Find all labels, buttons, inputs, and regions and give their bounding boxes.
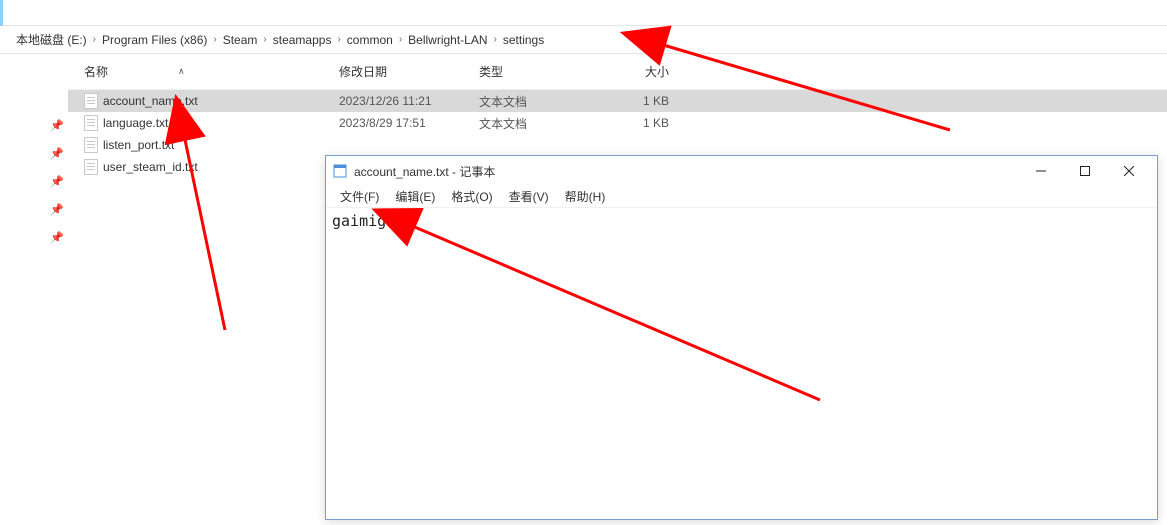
accent-strip: [0, 0, 3, 26]
file-date: 2023/12/26 11:21: [339, 94, 479, 108]
notepad-window[interactable]: account_name.txt - 记事本 文件(F) 编辑(E) 格式(O)…: [325, 155, 1158, 520]
pin-icon[interactable]: 📌: [50, 231, 64, 245]
text-file-icon: [84, 115, 98, 131]
toolbar-strip: [0, 0, 1167, 26]
menu-file[interactable]: 文件(F): [332, 186, 387, 207]
file-row[interactable]: account_name.txt 2023/12/26 11:21 文本文档 1…: [68, 90, 1167, 112]
column-size[interactable]: 大小: [599, 63, 669, 80]
breadcrumb-item[interactable]: 本地磁盘 (E:): [14, 31, 89, 48]
notepad-menubar: 文件(F) 编辑(E) 格式(O) 查看(V) 帮助(H): [326, 186, 1157, 208]
text-file-icon: [84, 159, 98, 175]
chevron-right-icon: ›: [93, 34, 96, 45]
notepad-titlebar[interactable]: account_name.txt - 记事本: [326, 156, 1157, 186]
file-row[interactable]: language.txt 2023/8/29 17:51 文本文档 1 KB: [68, 112, 1167, 134]
pin-icon[interactable]: 📌: [50, 147, 64, 161]
file-name: listen_port.txt: [103, 138, 174, 152]
column-name[interactable]: 名称 ∧: [84, 63, 339, 80]
breadcrumb-item[interactable]: Program Files (x86): [100, 33, 209, 47]
text-file-icon: [84, 137, 98, 153]
file-size: 1 KB: [599, 116, 669, 130]
chevron-right-icon: ›: [213, 34, 216, 45]
file-name: account_name.txt: [103, 94, 198, 108]
breadcrumb-item[interactable]: Bellwright-LAN: [406, 33, 489, 47]
sort-asc-icon: ∧: [178, 66, 185, 77]
column-name-label: 名称: [84, 63, 108, 80]
notepad-icon: [332, 163, 348, 179]
breadcrumb-item[interactable]: common: [345, 33, 395, 47]
file-row[interactable]: listen_port.txt: [68, 134, 1167, 156]
maximize-button[interactable]: [1063, 157, 1107, 185]
column-type[interactable]: 类型: [479, 63, 599, 80]
menu-format[interactable]: 格式(O): [443, 186, 500, 207]
menu-help[interactable]: 帮助(H): [557, 186, 614, 207]
menu-edit[interactable]: 编辑(E): [387, 186, 443, 207]
file-name: language.txt: [103, 116, 168, 130]
breadcrumb[interactable]: 本地磁盘 (E:) › Program Files (x86) › Steam …: [0, 26, 1167, 54]
chevron-right-icon: ›: [263, 34, 266, 45]
file-type: 文本文档: [479, 115, 599, 132]
file-type: 文本文档: [479, 93, 599, 110]
pin-icon[interactable]: 📌: [50, 175, 64, 189]
chevron-right-icon: ›: [399, 34, 402, 45]
breadcrumb-item[interactable]: settings: [501, 33, 546, 47]
notepad-title: account_name.txt - 记事本: [354, 163, 1019, 180]
file-size: 1 KB: [599, 94, 669, 108]
breadcrumb-item[interactable]: steamapps: [271, 33, 334, 47]
quick-access-rail: 📌 📌 📌 📌 📌: [0, 54, 68, 525]
chevron-right-icon: ›: [337, 34, 340, 45]
minimize-button[interactable]: [1019, 157, 1063, 185]
column-date[interactable]: 修改日期: [339, 63, 479, 80]
file-date: 2023/8/29 17:51: [339, 116, 479, 130]
menu-view[interactable]: 查看(V): [501, 186, 557, 207]
pin-icon[interactable]: 📌: [50, 119, 64, 133]
breadcrumb-item[interactable]: Steam: [221, 33, 260, 47]
pin-icon[interactable]: 📌: [50, 203, 64, 217]
file-name: user_steam_id.txt: [103, 160, 198, 174]
chevron-right-icon: ›: [494, 34, 497, 45]
close-button[interactable]: [1107, 157, 1151, 185]
notepad-content[interactable]: gaimignzi: [326, 208, 1157, 519]
text-file-icon: [84, 93, 98, 109]
window-buttons: [1019, 157, 1151, 185]
column-headers: 名称 ∧ 修改日期 类型 大小: [68, 54, 1167, 90]
